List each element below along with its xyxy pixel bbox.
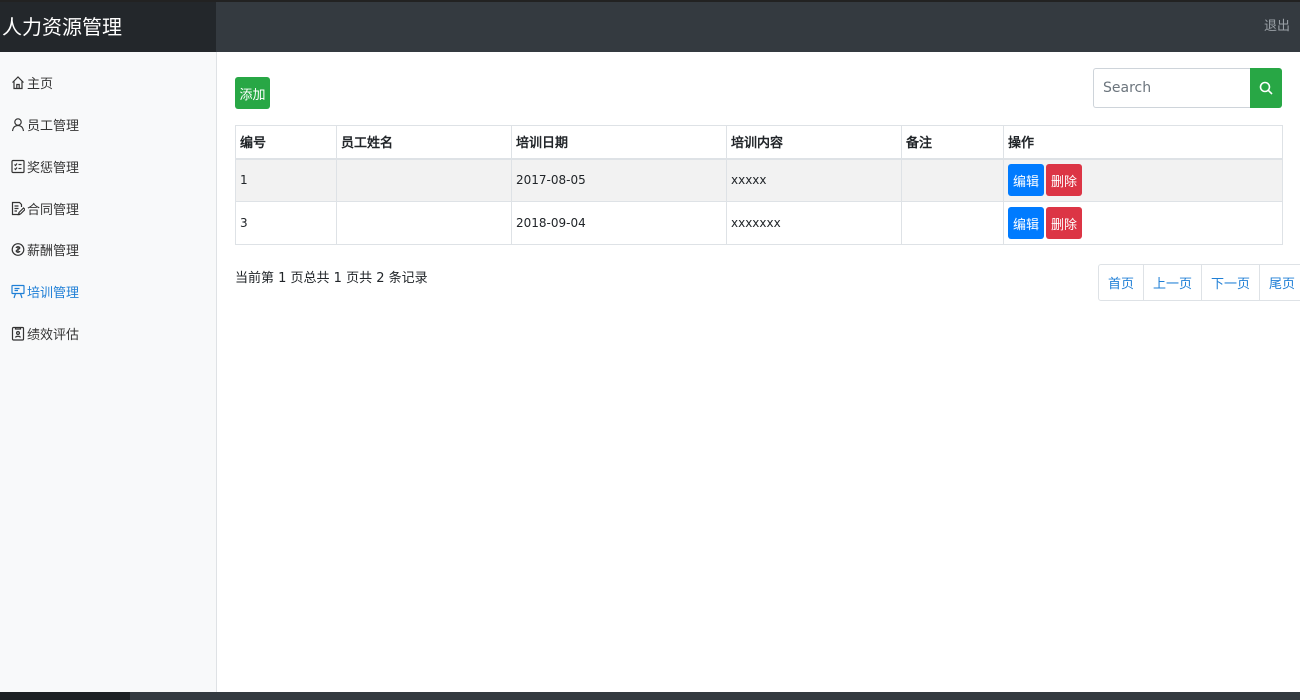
cell-content: xxxxxxx [726,201,902,245]
table-row: 3 2018-09-04 xxxxxxx 编辑 删除 [235,201,1283,245]
column-header-date: 培训日期 [511,125,727,160]
search-button[interactable] [1250,68,1282,108]
sidebar-item-label: 合同管理 [27,202,80,218]
page-next-link[interactable]: 下一页 [1201,265,1259,300]
bottom-bar-segment [0,692,130,700]
column-header-note: 备注 [901,125,1004,160]
sidebar-item-home[interactable]: 主页 [11,71,53,93]
home-icon [11,74,25,90]
edit-button[interactable]: 编辑 [1008,164,1044,197]
sidebar-item-label: 绩效评估 [27,327,80,343]
search-icon [1259,81,1273,95]
sidebar-item-employees[interactable]: 员工管理 [11,113,79,135]
cell-id: 1 [235,158,337,202]
cell-id: 3 [235,201,337,245]
cell-note [901,201,1004,245]
bottom-bar [0,692,1300,700]
document-edit-icon [11,200,25,216]
column-header-actions: 操作 [1003,125,1283,160]
cell-note [901,158,1004,202]
sidebar-item-label: 员工管理 [27,118,80,134]
sidebar-item-label: 奖惩管理 [27,160,80,176]
presentation-icon [11,283,25,299]
cell-actions: 编辑 删除 [1003,201,1283,245]
report-icon [11,325,25,341]
add-button[interactable]: 添加 [235,77,270,109]
sidebar-item-label: 主页 [27,76,54,92]
coin-icon [11,241,25,257]
search-input[interactable] [1093,68,1251,108]
cell-date: 2017-08-05 [511,158,727,202]
page-last-link[interactable]: 尾页 [1259,265,1300,300]
user-icon [11,116,25,132]
logout-link[interactable]: 退出 [1264,2,1290,52]
sidebar: 主页 员工管理 奖惩管理 合同管理 薪酬管理 培训管理 绩效评估 [0,52,217,692]
sidebar-item-performance[interactable]: 绩效评估 [11,322,79,344]
table-header-row: 编号 员工姓名 培训日期 培训内容 备注 操作 [235,125,1283,160]
training-table: 编号 员工姓名 培训日期 培训内容 备注 操作 1 2017-08-05 xxx… [235,125,1283,245]
column-header-name: 员工姓名 [336,125,512,160]
table-row: 1 2017-08-05 xxxxx 编辑 删除 [235,158,1283,202]
cell-name [336,158,512,202]
column-header-content: 培训内容 [726,125,902,160]
cell-content: xxxxx [726,158,902,202]
page-first-link[interactable]: 首页 [1099,265,1143,300]
sidebar-item-label: 薪酬管理 [27,243,80,259]
cell-name [336,201,512,245]
sidebar-item-training[interactable]: 培训管理 [11,280,79,302]
checklist-icon [11,158,25,174]
record-info: 当前第 1 页总共 1 页共 2 条记录 [235,271,428,286]
page-prev-link[interactable]: 上一页 [1143,265,1201,300]
sidebar-item-salary[interactable]: 薪酬管理 [11,238,79,260]
edit-button[interactable]: 编辑 [1008,207,1044,239]
cell-date: 2018-09-04 [511,201,727,245]
pagination: 首页 上一页 下一页 尾页 [1098,264,1300,301]
delete-button[interactable]: 删除 [1046,164,1082,197]
column-header-id: 编号 [235,125,337,160]
top-navbar: 人力资源管理 退出 [0,0,1300,52]
delete-button[interactable]: 删除 [1046,207,1082,239]
app-brand: 人力资源管理 [0,2,216,52]
cell-actions: 编辑 删除 [1003,158,1283,202]
sidebar-item-contracts[interactable]: 合同管理 [11,197,79,219]
main-content: 添加 编号 员工姓名 培训日期 培训内容 备注 操作 1 2017-08-05 [217,52,1300,692]
sidebar-item-rewards[interactable]: 奖惩管理 [11,155,79,177]
sidebar-item-label: 培训管理 [27,285,80,301]
